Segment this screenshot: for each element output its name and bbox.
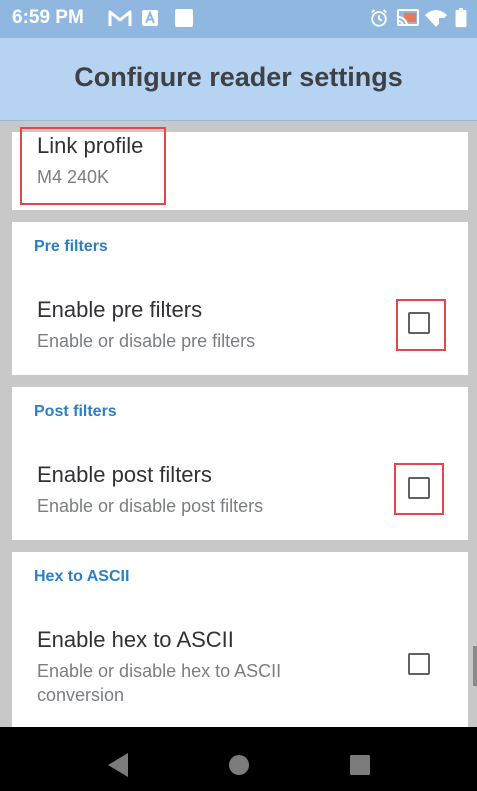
app-header: Configure reader settings (0, 38, 477, 121)
home-icon[interactable] (228, 754, 250, 776)
scrollbar[interactable] (473, 646, 477, 686)
enable-pre-filters-title: Enable pre filters (37, 297, 203, 322)
enable-hex-to-ascii-summary: Enable or disable hex to ASCII conversio… (37, 661, 282, 705)
navigation-bar (0, 727, 477, 791)
hex-to-ascii-card: Hex to ASCII Enable hex to ASCII Enable … (12, 552, 468, 727)
enable-post-filters-preference[interactable]: Enable post filters Enable or disable po… (12, 445, 468, 535)
enable-pre-filters-preference[interactable]: Enable pre filters Enable or disable pre… (12, 280, 468, 370)
enable-post-filters-summary: Enable or disable post filters (37, 496, 264, 516)
app-a-icon (142, 10, 158, 26)
settings-list[interactable]: Link profile M4 240K Pre filters Enable … (0, 121, 477, 727)
alarm-icon (371, 9, 387, 27)
cast-icon (397, 9, 419, 27)
page-title: Configure reader settings (74, 62, 403, 92)
hex-to-ascii-section-title: Hex to ASCII (34, 568, 130, 585)
enable-hex-to-ascii-checkbox[interactable] (408, 653, 430, 675)
link-profile-highlight (20, 127, 166, 205)
status-time: 6:59 PM (12, 7, 84, 28)
link-profile-preference[interactable]: Link profile M4 240K (12, 127, 468, 210)
gmail-icon (108, 10, 132, 26)
battery-icon (455, 8, 467, 28)
enable-hex-to-ascii-title: Enable hex to ASCII (37, 627, 234, 652)
back-icon[interactable] (106, 752, 130, 778)
square-app-icon (175, 9, 193, 27)
enable-pre-filters-summary: Enable or disable pre filters (37, 331, 256, 351)
status-bar: 6:59 PM (0, 0, 477, 38)
enable-hex-to-ascii-preference[interactable]: Enable hex to ASCII Enable or disable he… (12, 610, 468, 727)
wifi-icon (425, 10, 447, 27)
pre-filters-section-title: Pre filters (34, 238, 108, 255)
post-filters-checkbox-highlight (394, 463, 444, 515)
pre-filters-card: Pre filters Enable pre filters Enable or… (12, 222, 468, 375)
recents-icon[interactable] (349, 754, 371, 776)
pre-filters-checkbox-highlight (396, 299, 446, 351)
enable-post-filters-title: Enable post filters (37, 462, 212, 487)
post-filters-card: Post filters Enable post filters Enable … (12, 387, 468, 540)
post-filters-section-title: Post filters (34, 403, 117, 420)
